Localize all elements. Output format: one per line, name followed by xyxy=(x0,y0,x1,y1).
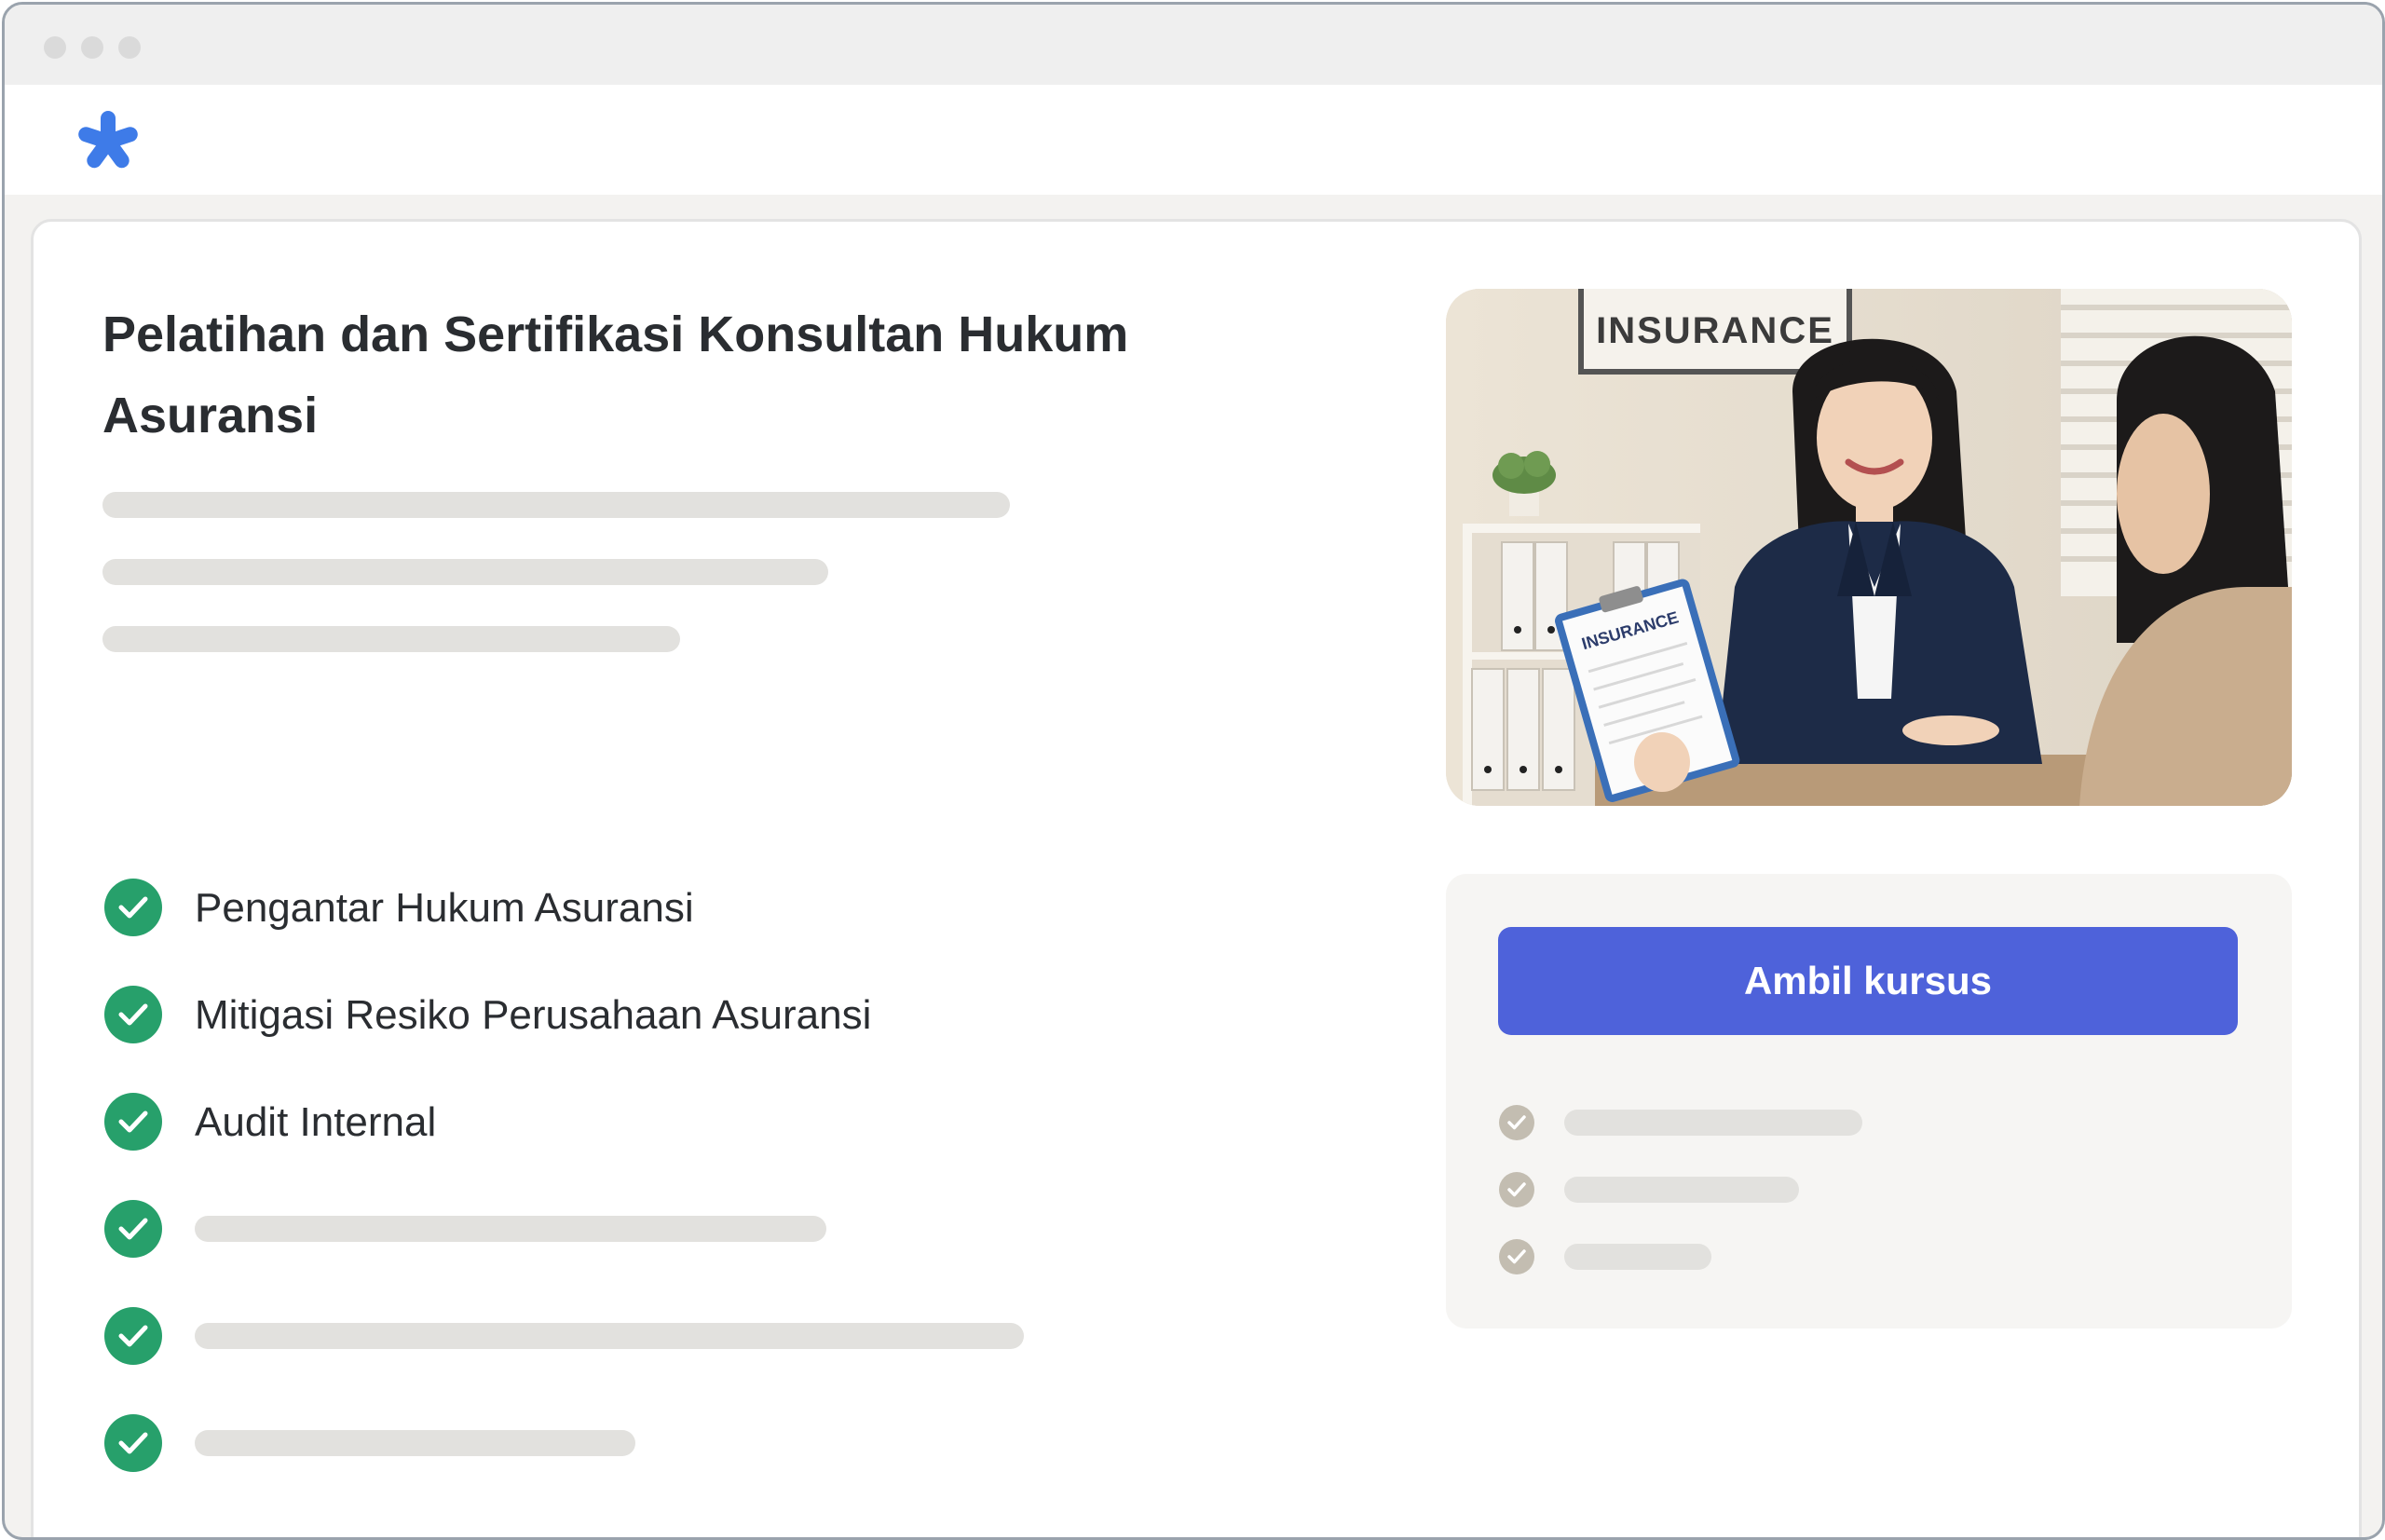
perk-placeholder-line xyxy=(1564,1110,1862,1136)
description-placeholder-line xyxy=(102,559,828,585)
check-circle-icon xyxy=(104,879,162,936)
enroll-panel: Ambil kursus xyxy=(1446,874,2292,1329)
feature-placeholder-line xyxy=(195,1323,1024,1349)
take-course-button[interactable]: Ambil kursus xyxy=(1498,927,2238,1035)
check-circle-icon xyxy=(104,986,162,1043)
course-card: Pelatihan dan Sertifikasi Konsultan Huku… xyxy=(31,219,2362,1537)
feature-label: Mitigasi Resiko Perusahaan Asuransi xyxy=(195,992,872,1038)
sign-text: INSURANCE xyxy=(1596,310,1834,351)
description-placeholder-line xyxy=(102,626,680,652)
check-circle-icon xyxy=(104,1307,162,1365)
check-circle-icon xyxy=(1499,1105,1534,1140)
app-header xyxy=(5,85,2382,195)
window-minimize-dot[interactable] xyxy=(81,36,103,59)
feature-placeholder-line xyxy=(195,1216,826,1242)
check-circle-icon xyxy=(104,1093,162,1151)
check-circle-icon xyxy=(1499,1239,1534,1274)
check-circle-icon xyxy=(104,1200,162,1258)
perk-placeholder-line xyxy=(1564,1177,1799,1203)
feature-placeholder-line xyxy=(195,1430,635,1456)
window-titlebar xyxy=(5,5,2382,85)
check-circle-icon xyxy=(1499,1172,1534,1207)
check-circle-icon xyxy=(104,1414,162,1472)
description-placeholder-line xyxy=(102,492,1010,518)
asterisk-logo-icon[interactable] xyxy=(75,111,141,172)
feature-label: Audit Internal xyxy=(195,1099,437,1145)
course-hero-image: INSURANCE INSURANCE xyxy=(1446,289,2292,806)
feature-label: Pengantar Hukum Asuransi xyxy=(195,885,694,931)
perk-placeholder-line xyxy=(1564,1244,1711,1270)
window-close-dot[interactable] xyxy=(44,36,66,59)
consultant-hand xyxy=(1634,732,1690,792)
window-maximize-dot[interactable] xyxy=(118,36,141,59)
course-title: Pelatihan dan Sertifikasi Konsultan Huku… xyxy=(102,307,1129,443)
browser-window: Pelatihan dan Sertifikasi Konsultan Huku… xyxy=(2,2,2385,1540)
